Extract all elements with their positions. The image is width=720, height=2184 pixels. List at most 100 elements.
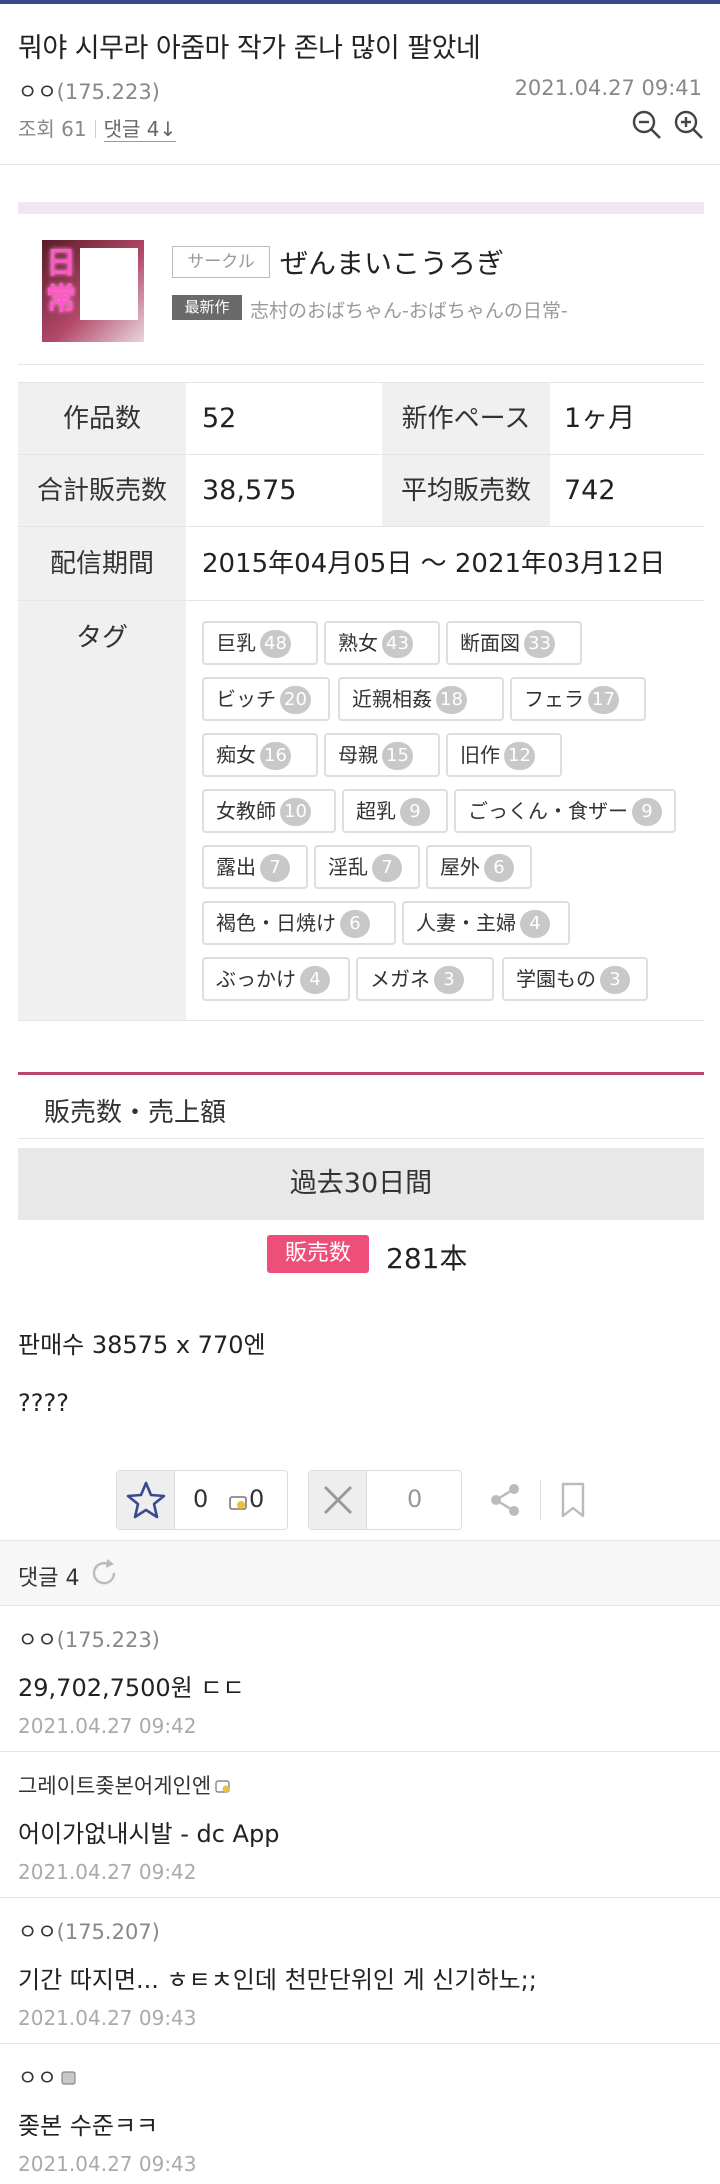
circle-thumbnail[interactable]: 日常	[42, 240, 144, 342]
tag-item[interactable]: 巨乳 48	[202, 621, 318, 665]
tag-name: 人妻・主婦	[416, 911, 516, 935]
tag-item[interactable]: 淫乱 7	[314, 845, 420, 889]
comments-header: 댓글 4	[0, 1540, 720, 1606]
recommend-down-button[interactable]: 0	[308, 1470, 462, 1530]
refresh-icon[interactable]	[88, 1557, 120, 1589]
sales-divider	[18, 1138, 704, 1139]
tag-count: 6	[484, 854, 514, 882]
comment-item: 그레이트좆본어게인엔 어이가없내시발 - dc App 2021.04.27 0…	[0, 1752, 720, 1898]
member-icon	[61, 2067, 77, 2085]
tag-count: 33	[524, 630, 555, 658]
tag-item[interactable]: 近親相姦 18	[338, 677, 504, 721]
comment-author[interactable]: ㅇㅇ(175.223)	[18, 1624, 160, 1654]
newest-work-title[interactable]: 志村のおばちゃん-おばちゃんの日常-	[250, 296, 568, 323]
circle-name[interactable]: ぜんまいこうろぎ	[280, 242, 504, 282]
period-label: 配信期間	[18, 527, 186, 600]
tag-item[interactable]: 超乳 9	[342, 789, 448, 833]
tag-count: 12	[504, 742, 535, 770]
tag-count: 3	[600, 966, 630, 994]
post-title: 뭐야 시무라 아줌마 작가 존나 많이 팔았네	[18, 33, 481, 64]
tag-name: 超乳	[356, 799, 396, 823]
pace-label: 新作ペース	[382, 383, 550, 454]
tag-item[interactable]: ごっくん・食ザー 9	[454, 789, 676, 833]
tags-label: タグ	[18, 601, 186, 1020]
total-sales-label: 合計販売数	[18, 455, 186, 526]
tag-item[interactable]: 熟女 43	[324, 621, 440, 665]
tag-item[interactable]: ビッチ 20	[202, 677, 330, 721]
tag-name: 褐色・日焼け	[216, 911, 336, 935]
tag-item[interactable]: 屋外 6	[426, 845, 532, 889]
comment-author-name: ㅇㅇ	[18, 1628, 57, 1652]
tag-name: メガネ	[370, 967, 430, 991]
tag-name: 近親相姦	[352, 687, 432, 711]
tag-item[interactable]: 痴女 16	[202, 733, 318, 777]
tag-item[interactable]: 旧作 12	[446, 733, 562, 777]
zoom-controls	[622, 108, 706, 146]
tag-name: 学園もの	[516, 967, 596, 991]
tag-count: 15	[382, 742, 413, 770]
header-divider	[0, 164, 720, 165]
comment-date: 2021.04.27 09:43	[18, 2006, 197, 2030]
comment-author[interactable]: 그레이트좆본어게인엔	[18, 1770, 231, 1800]
comment-author-ip: (175.207)	[56, 1920, 160, 1944]
tag-item[interactable]: ぶっかけ 4	[202, 957, 350, 1001]
comment-date: 2021.04.27 09:42	[18, 1714, 197, 1738]
comment-author-name: ㅇㅇ	[18, 2066, 57, 2090]
sales-accent-line	[18, 1072, 704, 1075]
tag-item[interactable]: 褐色・日焼け 6	[202, 901, 396, 945]
tag-item[interactable]: 女教師 10	[202, 789, 336, 833]
tag-name: 痴女	[216, 743, 256, 767]
tag-count: 9	[400, 798, 430, 826]
tag-item[interactable]: 露出 7	[202, 845, 308, 889]
tag-item[interactable]: 断面図 33	[446, 621, 582, 665]
post-date: 2021.04.27 09:41	[514, 76, 702, 100]
tag-name: 淫乱	[328, 855, 368, 879]
tag-name: ビッチ	[216, 687, 276, 711]
fix-recommend-count: 0	[249, 1485, 265, 1513]
period-button[interactable]: 過去30日間	[18, 1148, 704, 1220]
zoom-in-icon[interactable]	[672, 108, 706, 142]
thumbnail-kanji: 日常	[46, 246, 76, 317]
tag-item[interactable]: 母親 15	[324, 733, 440, 777]
tag-count: 7	[372, 854, 402, 882]
comment-author[interactable]: ㅇㅇ	[18, 2062, 77, 2092]
tag-name: 断面図	[460, 631, 520, 655]
share-icon[interactable]	[488, 1482, 522, 1518]
comment-author[interactable]: ㅇㅇ(175.207)	[18, 1916, 160, 1946]
tag-count: 9	[632, 798, 662, 826]
comment-author-name: 그레이트좆본어게인엔	[18, 1774, 212, 1798]
sales-count-value: 281本	[386, 1242, 468, 1275]
recommend-up-button[interactable]: 0 0	[116, 1470, 288, 1530]
comment-item: ㅇㅇ 좆본 수준ㅋㅋ 2021.04.27 09:43	[0, 2044, 720, 2184]
comment-date: 2021.04.27 09:42	[18, 1860, 197, 1884]
close-icon	[309, 1471, 367, 1529]
works-value: 52	[202, 403, 237, 434]
fix-recommend-icon	[229, 1493, 247, 1511]
total-sales-value: 38,575	[202, 475, 297, 506]
recommend-up-count: 0	[193, 1485, 209, 1513]
tag-item[interactable]: 学園もの 3	[502, 957, 648, 1001]
tag-count: 20	[280, 686, 311, 714]
pace-value: 1ヶ月	[564, 403, 636, 434]
avg-sales-value: 742	[564, 475, 616, 506]
tag-item[interactable]: メガネ 3	[356, 957, 494, 1001]
tag-count: 16	[260, 742, 291, 770]
tag-name: 屋外	[440, 855, 480, 879]
fixed-nick-icon	[215, 1775, 231, 1793]
tag-name: フェラ	[524, 687, 584, 711]
comment-jump-link[interactable]: 댓글 4↓	[103, 117, 177, 142]
tag-name: ごっくん・食ザー	[468, 799, 628, 823]
tag-count: 10	[280, 798, 311, 826]
tag-count: 6	[340, 910, 370, 938]
post-author[interactable]: ㅇㅇ(175.223)	[18, 76, 160, 106]
tag-count: 48	[260, 630, 291, 658]
tag-item[interactable]: フェラ 17	[510, 677, 646, 721]
tag-item[interactable]: 人妻・主婦 4	[402, 901, 570, 945]
action-divider	[540, 1480, 541, 1520]
sales-count-badge: 販売数	[267, 1235, 369, 1273]
comment-date: 2021.04.27 09:43	[18, 2152, 197, 2176]
bookmark-icon[interactable]	[558, 1480, 588, 1520]
period-value: 2015年04月05日 〜 2021年03月12日	[202, 549, 666, 579]
body-line-2: ????	[18, 1389, 69, 1417]
zoom-out-icon[interactable]	[630, 108, 664, 142]
